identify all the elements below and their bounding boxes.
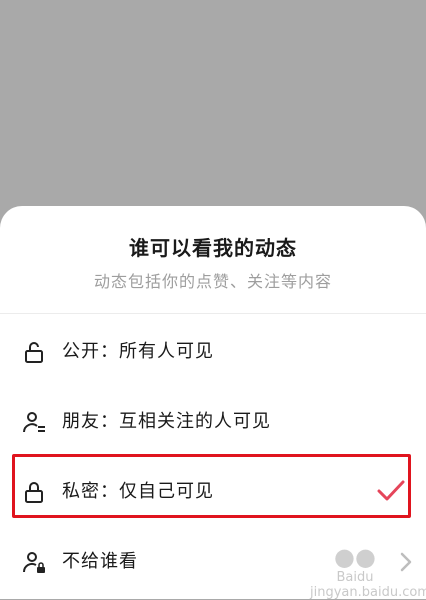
option-label: 不给谁看	[62, 551, 138, 572]
watermark-line: Baidu	[336, 570, 374, 585]
dimmed-background[interactable]	[0, 0, 426, 230]
privacy-bottom-sheet: 谁可以看我的动态 动态包括你的点赞、关注等内容 公开：所有人可见 朋友：互相关注…	[0, 206, 426, 600]
sheet-subtitle: 动态包括你的点赞、关注等内容	[93, 272, 332, 291]
option-label: 朋友：互相关注的人可见	[62, 411, 271, 432]
user-block-icon	[22, 552, 45, 573]
divider	[0, 313, 426, 314]
annotation-highlight-box	[12, 454, 411, 518]
watermark: ●● Baidu jingyan.baidu.com	[310, 543, 426, 600]
unlock-icon	[25, 342, 43, 363]
paw-logo: ●●	[334, 543, 376, 571]
chevron-right-icon	[400, 552, 412, 572]
watermark-line: jingyan.baidu.com	[310, 585, 426, 600]
option-label: 公开：所有人可见	[62, 341, 214, 362]
option-public[interactable]: 公开：所有人可见	[0, 323, 426, 381]
friends-icon	[23, 412, 45, 433]
option-friends[interactable]: 朋友：互相关注的人可见	[0, 393, 426, 451]
sheet-title: 谁可以看我的动态	[129, 236, 297, 260]
